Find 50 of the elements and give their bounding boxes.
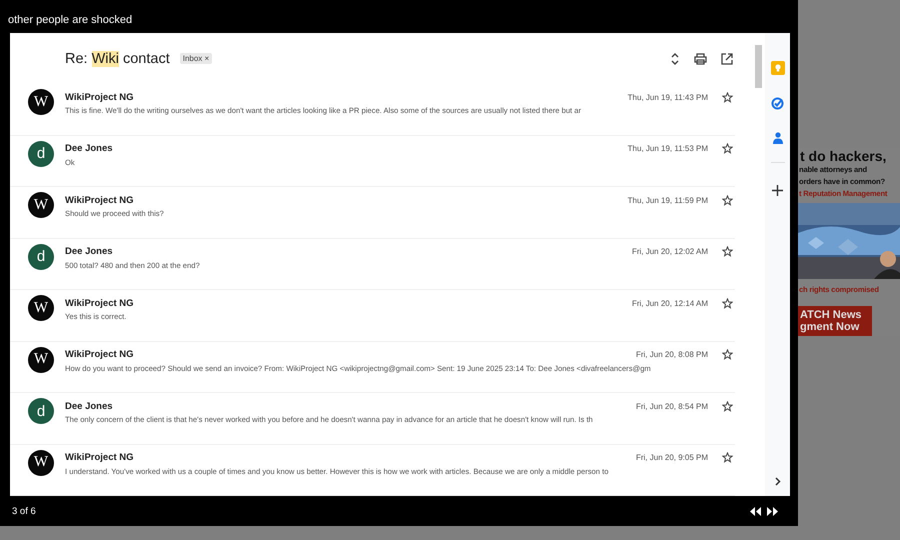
person-icon[interactable] (772, 132, 782, 144)
sender-avatar: d (28, 398, 54, 424)
caption: other people are shocked (8, 14, 132, 26)
sender-avatar: W (28, 192, 54, 218)
sender-name: WikiProject NG (65, 349, 135, 360)
star-icon[interactable] (722, 298, 733, 309)
sender-avatar: W (28, 295, 54, 322)
sender-name: WikiProject NG (65, 298, 135, 309)
sender-name: WikiProject NG (65, 194, 135, 206)
image-counter: 3 of 6 (12, 506, 37, 516)
message-date: Thu, Jun 19, 11:59 PM (628, 196, 708, 205)
previous-icon[interactable] (750, 506, 761, 516)
message-date: Fri, Jun 20, 12:14 AM (632, 298, 708, 308)
message-date: Fri, Jun 20, 8:54 PM (636, 402, 708, 411)
subject-text: contact (122, 50, 170, 67)
star-icon[interactable] (722, 194, 733, 206)
watch-now-button[interactable]: ATCH News gment Now (798, 306, 872, 336)
sender-avatar: W (28, 346, 54, 373)
scrollbar-thumb[interactable] (755, 45, 762, 88)
message-date: Thu, Jun 19, 11:43 PM (628, 92, 708, 102)
expand-icon[interactable] (670, 52, 680, 66)
sender-avatar: d (28, 140, 54, 167)
new-window-icon[interactable] (721, 52, 733, 65)
inbox-label[interactable]: Inbox × (180, 53, 212, 64)
next-icon[interactable] (767, 506, 778, 516)
sender-avatar: W (28, 450, 54, 476)
sender-name: Dee Jones (65, 143, 114, 154)
star-icon[interactable] (722, 400, 733, 412)
chevron-right-icon[interactable] (774, 477, 780, 486)
add-icon[interactable] (772, 185, 783, 196)
tasks-icon[interactable] (771, 97, 784, 110)
star-icon[interactable] (722, 246, 733, 258)
sender-name: WikiProject NG (65, 92, 135, 103)
sender-name: Dee Jones (65, 400, 114, 412)
sender-avatar: W (28, 89, 54, 116)
star-icon[interactable] (722, 92, 733, 103)
sender-name: Dee Jones (65, 246, 114, 258)
sender-name: WikiProject NG (65, 452, 135, 464)
star-icon[interactable] (722, 143, 733, 154)
message-date: Thu, Jun 19, 11:53 PM (628, 144, 708, 154)
subject-text: Re: (65, 50, 88, 67)
print-icon[interactable] (694, 52, 707, 65)
star-icon[interactable] (722, 452, 733, 464)
sender-avatar: d (28, 244, 54, 270)
star-icon[interactable] (722, 349, 733, 360)
message-date: Fri, Jun 20, 8:08 PM (636, 350, 708, 360)
highlighted-word: Wiki (92, 50, 119, 67)
message-date: Fri, Jun 20, 9:05 PM (636, 453, 708, 462)
ad-headline: t do hackers, (800, 148, 886, 164)
message-date: Fri, Jun 20, 12:02 AM (632, 247, 708, 256)
